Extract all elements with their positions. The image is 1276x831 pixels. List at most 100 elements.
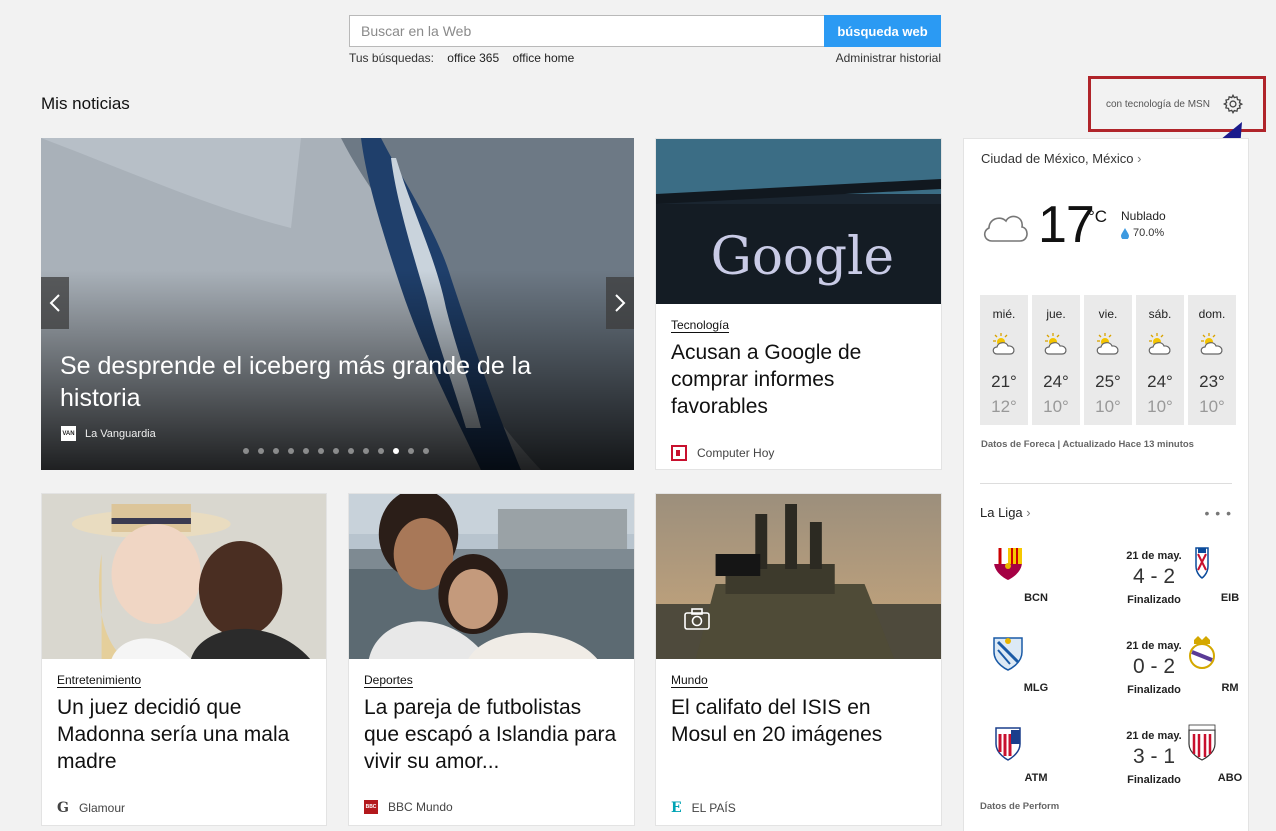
mosul-image bbox=[656, 494, 941, 659]
partly-cloudy-icon bbox=[1044, 333, 1067, 355]
partly-cloudy-icon bbox=[992, 333, 1015, 355]
search-input[interactable] bbox=[349, 15, 824, 47]
carousel-dot[interactable] bbox=[273, 448, 279, 454]
carousel-prev-button[interactable] bbox=[41, 277, 69, 329]
footballers-image bbox=[349, 494, 634, 659]
carousel-next-button[interactable] bbox=[606, 277, 634, 329]
search-history-item[interactable]: office 365 bbox=[447, 51, 499, 65]
eib-crest-icon bbox=[1184, 544, 1220, 587]
la-liga-title: La Liga bbox=[980, 505, 1023, 520]
carousel-dot[interactable] bbox=[378, 448, 384, 454]
google-building-image: Google bbox=[656, 139, 941, 304]
bcn-crest-icon bbox=[990, 544, 1026, 587]
weather-city: Ciudad de México, México bbox=[981, 151, 1134, 166]
match-status: Finalizado bbox=[1127, 774, 1181, 786]
bbc-logo-icon: BBC bbox=[364, 800, 378, 814]
carousel-dot[interactable] bbox=[408, 448, 414, 454]
hero-headline[interactable]: Se desprende el iceberg más grande de la… bbox=[60, 350, 540, 414]
forecast-day[interactable]: jue. 24° 10° bbox=[1032, 295, 1080, 425]
weather-temperature: 17 bbox=[1038, 196, 1095, 254]
news-card[interactable]: Entretenimiento Un juez decidió que Mado… bbox=[41, 493, 327, 826]
forecast-high: 24° bbox=[1147, 372, 1173, 391]
source-name: Glamour bbox=[78, 801, 125, 815]
more-options-icon[interactable]: • • • bbox=[1205, 505, 1232, 521]
divider bbox=[980, 483, 1232, 484]
forecast-day[interactable]: mié. 21° 12° bbox=[980, 295, 1028, 425]
hero-carousel[interactable]: Se desprende el iceberg más grande de la… bbox=[41, 138, 634, 470]
weather-humidity: 70.0% bbox=[1121, 227, 1164, 239]
forecast-day[interactable]: vie. 25° 10° bbox=[1084, 295, 1132, 425]
weather-city-link[interactable]: Ciudad de México, México › bbox=[981, 151, 1141, 166]
forecast-low: 10° bbox=[1147, 397, 1173, 416]
match-row[interactable]: MLG 21 de may. 0 - 2 Finalizado RM bbox=[980, 634, 1239, 714]
card-headline[interactable]: La pareja de futbolistas que escapó a Is… bbox=[364, 694, 620, 775]
carousel-dot[interactable] bbox=[303, 448, 309, 454]
carousel-dot[interactable] bbox=[333, 448, 339, 454]
search-history-label: Tus búsquedas: bbox=[349, 51, 434, 65]
chevron-right-icon bbox=[615, 294, 626, 312]
match-row[interactable]: BCN 21 de may. 4 - 2 Finalizado EIB bbox=[980, 544, 1239, 624]
card-headline[interactable]: El califato del ISIS en Mosul en 20 imág… bbox=[671, 694, 927, 748]
news-card[interactable]: Google Tecnología Acusan a Google de com… bbox=[655, 138, 942, 470]
forecast-low: 10° bbox=[1199, 397, 1225, 416]
search-history: Tus búsquedas: office 365 office home Ad… bbox=[349, 51, 941, 65]
carousel-dot[interactable] bbox=[258, 448, 264, 454]
search-button[interactable]: búsqueda web bbox=[824, 15, 941, 47]
card-source: E EL PAÍS bbox=[671, 800, 736, 816]
partly-cloudy-icon bbox=[1096, 333, 1119, 355]
forecast-high: 25° bbox=[1095, 372, 1121, 391]
perform-credit: Datos de Perform bbox=[980, 801, 1060, 812]
partly-cloudy-icon bbox=[1148, 333, 1171, 355]
match-status: Finalizado bbox=[1127, 594, 1181, 606]
carousel-dot[interactable] bbox=[363, 448, 369, 454]
chevron-right-icon: › bbox=[1137, 151, 1142, 166]
forecast-day[interactable]: sáb. 24° 10° bbox=[1136, 295, 1184, 425]
sidebar-panel: Ciudad de México, México › 17 °C Nublado… bbox=[963, 138, 1249, 831]
la-liga-link[interactable]: La Liga › bbox=[980, 505, 1031, 520]
la-vanguardia-logo-icon: VAN bbox=[61, 426, 76, 441]
carousel-dot[interactable] bbox=[318, 448, 324, 454]
gear-icon[interactable] bbox=[1222, 93, 1244, 115]
computer-hoy-logo-icon bbox=[671, 445, 687, 461]
carousel-dot[interactable] bbox=[288, 448, 294, 454]
carousel-dot[interactable] bbox=[243, 448, 249, 454]
hero-source-name: La Vanguardia bbox=[85, 427, 156, 440]
category-tag[interactable]: Entretenimiento bbox=[57, 673, 142, 688]
carousel-dots bbox=[243, 448, 429, 454]
page-title: Mis noticias bbox=[41, 94, 130, 113]
forecast-day[interactable]: dom. 23° 10° bbox=[1188, 295, 1236, 425]
category-tag[interactable]: Deportes bbox=[364, 673, 413, 688]
forecast-day-label: dom. bbox=[1198, 307, 1226, 321]
forecast-low: 10° bbox=[1095, 397, 1121, 416]
svg-text:Google: Google bbox=[711, 227, 894, 287]
team-abbr: MLG bbox=[1023, 682, 1049, 694]
card-headline[interactable]: Acusan a Google de comprar informes favo… bbox=[671, 339, 927, 420]
source-name: EL PAÍS bbox=[691, 801, 736, 815]
atm-crest-icon bbox=[990, 724, 1026, 767]
weather-unit[interactable]: °C bbox=[1088, 207, 1107, 227]
match-row[interactable]: ATM 21 de may. 3 - 1 Finalizado ABO bbox=[980, 724, 1242, 804]
forecast-low: 10° bbox=[1043, 397, 1069, 416]
weather-condition: Nublado bbox=[1121, 209, 1166, 223]
powered-by-msn: con tecnología de MSN bbox=[1106, 98, 1210, 110]
category-tag[interactable]: Tecnología bbox=[671, 318, 730, 333]
search-area: búsqueda web Tus búsquedas: office 365 o… bbox=[349, 15, 941, 65]
search-history-item[interactable]: office home bbox=[512, 51, 574, 65]
carousel-dot[interactable] bbox=[393, 448, 399, 454]
manage-history-link[interactable]: Administrar historial bbox=[836, 51, 941, 65]
team-abbr: BCN bbox=[1024, 592, 1048, 604]
source-name: Computer Hoy bbox=[697, 446, 775, 460]
el-pais-logo-icon: E bbox=[671, 800, 682, 816]
team-abbr: RM bbox=[1221, 682, 1239, 694]
card-headline[interactable]: Un juez decidió que Madonna sería una ma… bbox=[57, 694, 312, 775]
carousel-dot[interactable] bbox=[348, 448, 354, 454]
carousel-dot[interactable] bbox=[423, 448, 429, 454]
news-card[interactable]: Mundo El califato del ISIS en Mosul en 2… bbox=[655, 493, 942, 826]
cloud-icon bbox=[983, 215, 1028, 242]
match-status: Finalizado bbox=[1127, 684, 1181, 696]
category-tag[interactable]: Mundo bbox=[671, 673, 708, 688]
news-card[interactable]: Deportes La pareja de futbolistas que es… bbox=[348, 493, 635, 826]
forecast-low: 12° bbox=[991, 397, 1017, 416]
forecast-day-label: jue. bbox=[1046, 307, 1066, 321]
camera-icon bbox=[684, 608, 710, 630]
